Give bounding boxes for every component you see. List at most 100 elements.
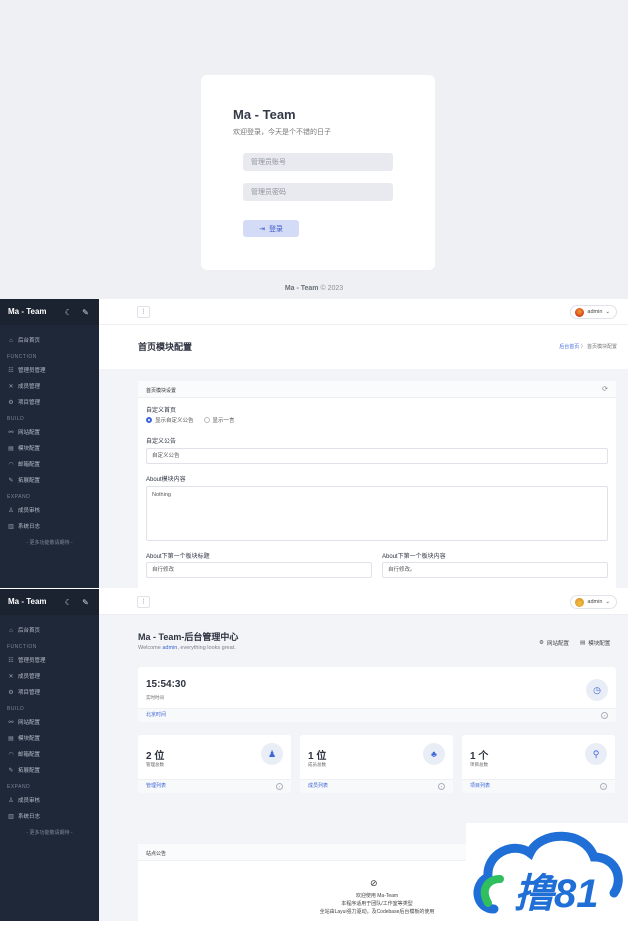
user-menu[interactable]: admin ⌄	[570, 595, 617, 609]
arrow-right-icon: ›	[438, 783, 445, 790]
sidebar-item[interactable]: ⌂ 后台首页	[0, 333, 99, 349]
sidebar-item[interactable]: ◠ 邮箱配置	[0, 747, 99, 763]
sidebar-item[interactable]: ⚙ 项目管理	[0, 395, 99, 411]
stat-footer-link[interactable]: 项目列表 ›	[462, 779, 615, 793]
nav-group-label: EXPAND	[7, 494, 31, 500]
next-content-label: About下第一个板块内容	[382, 554, 446, 560]
sidebar-item-label: 网站配置	[18, 430, 41, 436]
sidebar-item[interactable]: ☷ 管理员管理	[0, 363, 99, 379]
stat-footer-label: 成员列表	[308, 783, 329, 789]
stat-value: 2 位	[146, 751, 165, 762]
stat-card: 2 位管理总数 ♟ 管理列表 ›	[138, 735, 291, 793]
login-button-label: 登录	[268, 225, 283, 233]
login-button[interactable]: ⇥ 登录	[243, 220, 299, 237]
site-config-link[interactable]: ⚙ 网站配置	[539, 639, 569, 647]
sidebar-item[interactable]: ◠ 邮箱配置	[0, 457, 99, 473]
sidebar-item-label: 后台首页	[18, 628, 41, 634]
pencil-icon[interactable]: ✎	[81, 598, 90, 607]
sidebar-item-label: 模块配置	[18, 446, 41, 452]
stat-value: 1 个	[470, 751, 489, 762]
sidebar-item-label: 拓展配置	[18, 478, 41, 484]
chevron-down-icon: ⌄	[605, 309, 610, 315]
password-input[interactable]	[243, 183, 393, 201]
sidebar-item-label: 成员审核	[18, 508, 41, 514]
stat-footer-label: 项目列表	[470, 783, 491, 789]
sidebar-item-label: 成员管理	[18, 384, 41, 390]
login-screen: Ma - Team 欢迎登录，今天是个不错的日子 ⇥ 登录 Ma - Team …	[0, 0, 628, 299]
sidebar-item-icon: ▤	[8, 736, 14, 742]
sidebar-item-icon: ♙	[8, 798, 14, 804]
radio-unchecked-icon	[203, 417, 210, 423]
sidebar-item[interactable]: ☷ 管理员管理	[0, 653, 99, 669]
sidebar-item[interactable]: ⚙ 项目管理	[0, 685, 99, 701]
sidebar-item-label: 模块配置	[18, 736, 41, 742]
sidebar-item[interactable]: ✕ 成员管理	[0, 669, 99, 685]
stat-footer-link[interactable]: 管理列表 ›	[138, 779, 291, 793]
username-input[interactable]	[243, 153, 393, 171]
time-card: 15:54:30 实时时间 ◷ 北京时间 ›	[138, 667, 616, 722]
about-content-label: About模块内容	[146, 477, 186, 483]
sidebar-item[interactable]: ⚯ 网站配置	[0, 715, 99, 731]
sidebar-item-icon: ⌂	[9, 628, 13, 634]
next-content-input[interactable]: 自行修改。	[382, 562, 608, 578]
sidebar-brand-row: Ma - Team ☾ ✎	[0, 299, 99, 325]
login-footer: Ma - Team © 2023	[0, 285, 628, 292]
sidebar-item-icon: ☷	[8, 368, 14, 374]
sidebar-item-icon: ♙	[8, 508, 14, 514]
sidebar-item[interactable]: ▤ 模块配置	[0, 731, 99, 747]
sidebar-item-icon: ▤	[8, 446, 14, 452]
sidebar-item[interactable]: ✕ 成员管理	[0, 379, 99, 395]
arrow-right-icon: ›	[601, 712, 608, 719]
pencil-icon[interactable]: ✎	[81, 308, 90, 317]
sidebar-item-label: 项目管理	[18, 400, 41, 406]
sidebar-item[interactable]: ▤ 模块配置	[0, 441, 99, 457]
sidebar-item[interactable]: ✎ 拓展配置	[0, 473, 99, 489]
menu-toggle-button[interactable]: ⋮	[137, 306, 150, 318]
arrow-right-icon: ›	[276, 783, 283, 790]
sidebar-brand-row: Ma - Team ☾ ✎	[0, 589, 99, 615]
moon-icon[interactable]: ☾	[64, 308, 73, 317]
sidebar-item[interactable]: ♙ 成员审核	[0, 503, 99, 519]
sidebar-item[interactable]: ♙ 成员审核	[0, 793, 99, 809]
user-menu[interactable]: admin ⌄	[570, 305, 617, 319]
sidebar-item[interactable]: ✎ 拓展配置	[0, 763, 99, 779]
radio-custom-notice[interactable]: 显示自定义公告	[146, 416, 194, 424]
page-title: 首页模块配置	[138, 342, 193, 352]
sidebar-item[interactable]: ▥ 系统日志	[0, 519, 99, 535]
clock-icon: ◷	[586, 679, 608, 701]
radio-hitokoto[interactable]: 显示一言	[203, 416, 235, 424]
stat-label: 成员总数	[308, 762, 326, 767]
sidebar-item-label: 管理员管理	[18, 658, 46, 664]
dashboard-title: Ma - Team-后台管理中心	[138, 632, 239, 642]
sidebar-item[interactable]: ⚯ 网站配置	[0, 425, 99, 441]
sidebar-item[interactable]: ⌂ 后台首页	[0, 623, 99, 639]
moon-icon[interactable]: ☾	[64, 598, 73, 607]
page-header: 首页模块配置 后台首页 〉 首页模块配置	[99, 325, 628, 369]
sidebar-more-text: - 更多功能敬请期待 -	[26, 540, 73, 546]
breadcrumb-home-link[interactable]: 后台首页	[559, 344, 579, 350]
sidebar-item-label: 邮箱配置	[18, 752, 41, 758]
stat-card: 1 位成员总数 ♣ 成员列表 ›	[300, 735, 453, 793]
about-content-textarea[interactable]: Nothing	[146, 486, 608, 541]
sidebar-item[interactable]: ▥ 系统日志	[0, 809, 99, 825]
custom-home-label: 自定义首页	[146, 408, 177, 414]
sidebar: Ma - Team ☾ ✎ ⌂ 后台首页 FUNCTION ☷ 管理员管理 ✕ 成员管理 ⚙ 项…	[0, 299, 99, 588]
time-card-footer[interactable]: 北京时间 ›	[138, 708, 616, 722]
next-title-label: About下第一个板块标题	[146, 554, 210, 560]
menu-toggle-button[interactable]: ⋮	[137, 596, 150, 608]
sidebar-nav: ⌂ 后台首页 FUNCTION ☷ 管理员管理 ✕ 成员管理 ⚙ 项目管理 BUILD ⚯ 网站配置 ▤…	[0, 623, 99, 841]
stat-footer-link[interactable]: 成员列表 ›	[300, 779, 453, 793]
sidebar: Ma - Team ☾ ✎ ⌂ 后台首页 FUNCTION ☷ 管理员管理 ✕ 成员管理 ⚙ 项…	[0, 589, 99, 921]
custom-notice-label: 自定义公告	[146, 439, 177, 445]
welcome-prefix: Welcome	[138, 645, 163, 651]
sidebar-item-icon: ✎	[8, 768, 14, 774]
card-header: 首页模块设置 ⟳	[138, 381, 616, 398]
module-config-link[interactable]: ▤ 模块配置	[580, 639, 610, 647]
time-label: 实时时间	[146, 695, 164, 700]
custom-notice-input[interactable]: 自定义公告	[146, 448, 608, 464]
next-title-input[interactable]: 自行修改	[146, 562, 372, 578]
cloud-logo-icon: 撸81	[473, 831, 623, 916]
radio-hitokoto-label: 显示一言	[212, 418, 235, 424]
refresh-icon[interactable]: ⟳	[602, 385, 608, 393]
topbar: ⋮ admin ⌄	[99, 299, 628, 325]
